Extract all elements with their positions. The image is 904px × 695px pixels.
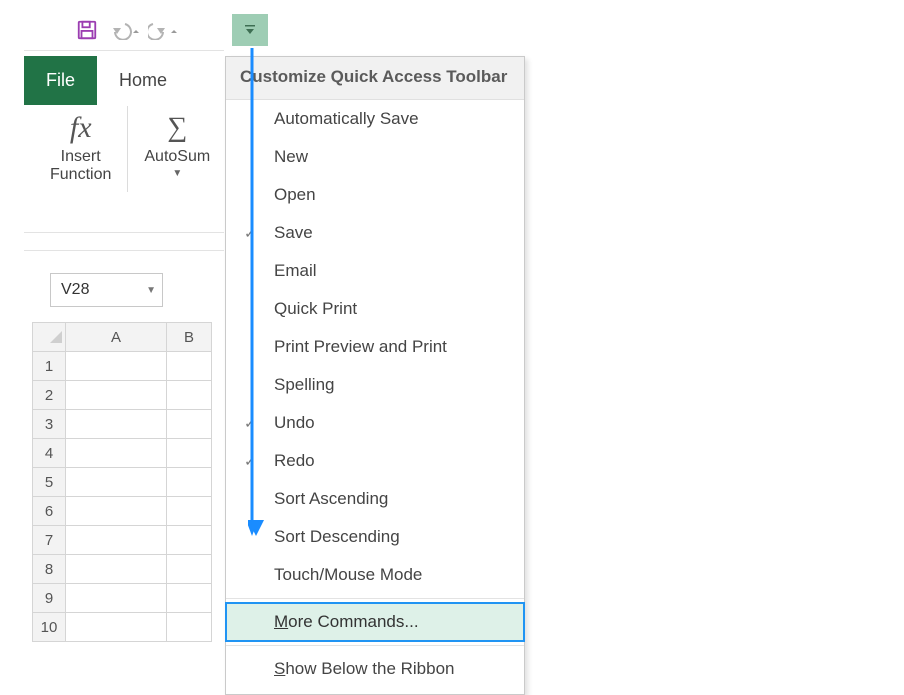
- cell[interactable]: [167, 497, 212, 526]
- divider: [127, 106, 128, 192]
- menu-item-redo[interactable]: ✓Redo: [226, 442, 524, 480]
- tab-file[interactable]: File: [24, 56, 97, 105]
- insert-function-label: Insert Function: [50, 148, 111, 185]
- cell[interactable]: [66, 584, 167, 613]
- qat-redo-button[interactable]: [146, 14, 180, 46]
- divider: [226, 645, 524, 646]
- row-header[interactable]: 9: [33, 584, 66, 613]
- ribbon-group-functions: fx Insert Function ∑ AutoSum ▼: [40, 106, 227, 192]
- cell[interactable]: [66, 555, 167, 584]
- quick-access-toolbar: [70, 14, 180, 46]
- menu-item-touch-mouse-mode[interactable]: Touch/Mouse Mode: [226, 556, 524, 594]
- menu-item-print-preview-and-print[interactable]: Print Preview and Print: [226, 328, 524, 366]
- redo-icon: [148, 20, 178, 40]
- cell[interactable]: [66, 410, 167, 439]
- customize-qat-menu: Customize Quick Access Toolbar Automatic…: [225, 56, 525, 695]
- row-header[interactable]: 7: [33, 526, 66, 555]
- menu-item-show-below-ribbon[interactable]: Show Below the Ribbon: [226, 650, 524, 688]
- cell[interactable]: [167, 584, 212, 613]
- cell[interactable]: [66, 613, 167, 642]
- cell[interactable]: [167, 526, 212, 555]
- menu-item-label: Email: [274, 261, 317, 281]
- select-all-corner[interactable]: [33, 323, 66, 352]
- row-header[interactable]: 8: [33, 555, 66, 584]
- cell[interactable]: [66, 439, 167, 468]
- chevron-down-icon: ▼: [146, 285, 156, 296]
- cell[interactable]: [167, 381, 212, 410]
- menu-item-label: Print Preview and Print: [274, 337, 447, 357]
- menu-item-quick-print[interactable]: Quick Print: [226, 290, 524, 328]
- cell[interactable]: [66, 497, 167, 526]
- menu-item-spelling[interactable]: Spelling: [226, 366, 524, 404]
- row-header[interactable]: 4: [33, 439, 66, 468]
- customize-qat-icon: [243, 23, 257, 37]
- fx-icon: fx: [70, 110, 92, 146]
- qat-save-button[interactable]: [70, 14, 104, 46]
- divider: [24, 232, 224, 233]
- qat-undo-button[interactable]: [108, 14, 142, 46]
- menu-item-label: Show Below the Ribbon: [274, 659, 455, 679]
- name-box-value: V28: [61, 281, 89, 299]
- chevron-down-icon: ▼: [172, 168, 182, 180]
- tab-home[interactable]: Home: [97, 56, 189, 105]
- cell[interactable]: [167, 352, 212, 381]
- sigma-icon: ∑: [167, 110, 187, 146]
- row-header[interactable]: 5: [33, 468, 66, 497]
- row-header[interactable]: 1: [33, 352, 66, 381]
- divider: [226, 598, 524, 599]
- menu-item-email[interactable]: Email: [226, 252, 524, 290]
- cell[interactable]: [167, 555, 212, 584]
- insert-function-button[interactable]: fx Insert Function: [40, 106, 121, 189]
- menu-item-automatically-save[interactable]: Automatically Save: [226, 100, 524, 138]
- cell[interactable]: [66, 468, 167, 497]
- menu-item-undo[interactable]: ✓Undo: [226, 404, 524, 442]
- divider: [24, 250, 224, 251]
- cell[interactable]: [66, 381, 167, 410]
- cell[interactable]: [66, 526, 167, 555]
- undo-icon: [110, 20, 140, 40]
- menu-item-label: Touch/Mouse Mode: [274, 565, 422, 585]
- row-header[interactable]: 10: [33, 613, 66, 642]
- spreadsheet-grid[interactable]: A B 1 2 3 4 5 6 7 8 9 10: [32, 322, 212, 642]
- menu-item-label: Save: [274, 223, 313, 243]
- menu-item-sort-ascending[interactable]: Sort Ascending: [226, 480, 524, 518]
- menu-item-label: Spelling: [274, 375, 335, 395]
- ribbon-tabs: File Home: [24, 56, 189, 105]
- column-header[interactable]: B: [167, 323, 212, 352]
- cell[interactable]: [167, 410, 212, 439]
- menu-item-label: Open: [274, 185, 316, 205]
- column-header[interactable]: A: [66, 323, 167, 352]
- cell[interactable]: [66, 352, 167, 381]
- check-icon: ✓: [226, 225, 274, 242]
- menu-item-label: Automatically Save: [274, 109, 419, 129]
- menu-item-new[interactable]: New: [226, 138, 524, 176]
- menu-item-label: More Commands...: [274, 612, 419, 632]
- menu-item-label: Sort Descending: [274, 527, 400, 547]
- menu-title: Customize Quick Access Toolbar: [226, 57, 524, 100]
- check-icon: ✓: [226, 415, 274, 432]
- row-header[interactable]: 2: [33, 381, 66, 410]
- row-header[interactable]: 6: [33, 497, 66, 526]
- autosum-button[interactable]: ∑ AutoSum ▼: [134, 106, 220, 184]
- name-box[interactable]: V28 ▼: [50, 273, 163, 307]
- cell[interactable]: [167, 468, 212, 497]
- menu-item-save[interactable]: ✓Save: [226, 214, 524, 252]
- menu-item-label: Undo: [274, 413, 315, 433]
- save-icon: [76, 19, 98, 41]
- menu-item-more-commands[interactable]: More Commands...: [226, 603, 524, 641]
- check-icon: ✓: [226, 453, 274, 470]
- menu-item-label: Quick Print: [274, 299, 357, 319]
- cell[interactable]: [167, 613, 212, 642]
- menu-item-sort-descending[interactable]: Sort Descending: [226, 518, 524, 556]
- menu-item-open[interactable]: Open: [226, 176, 524, 214]
- autosum-label: AutoSum: [144, 148, 210, 166]
- menu-item-label: Sort Ascending: [274, 489, 388, 509]
- menu-item-label: Redo: [274, 451, 315, 471]
- divider: [24, 50, 224, 51]
- row-header[interactable]: 3: [33, 410, 66, 439]
- qat-customize-button[interactable]: [232, 14, 268, 46]
- menu-item-label: New: [274, 147, 308, 167]
- cell[interactable]: [167, 439, 212, 468]
